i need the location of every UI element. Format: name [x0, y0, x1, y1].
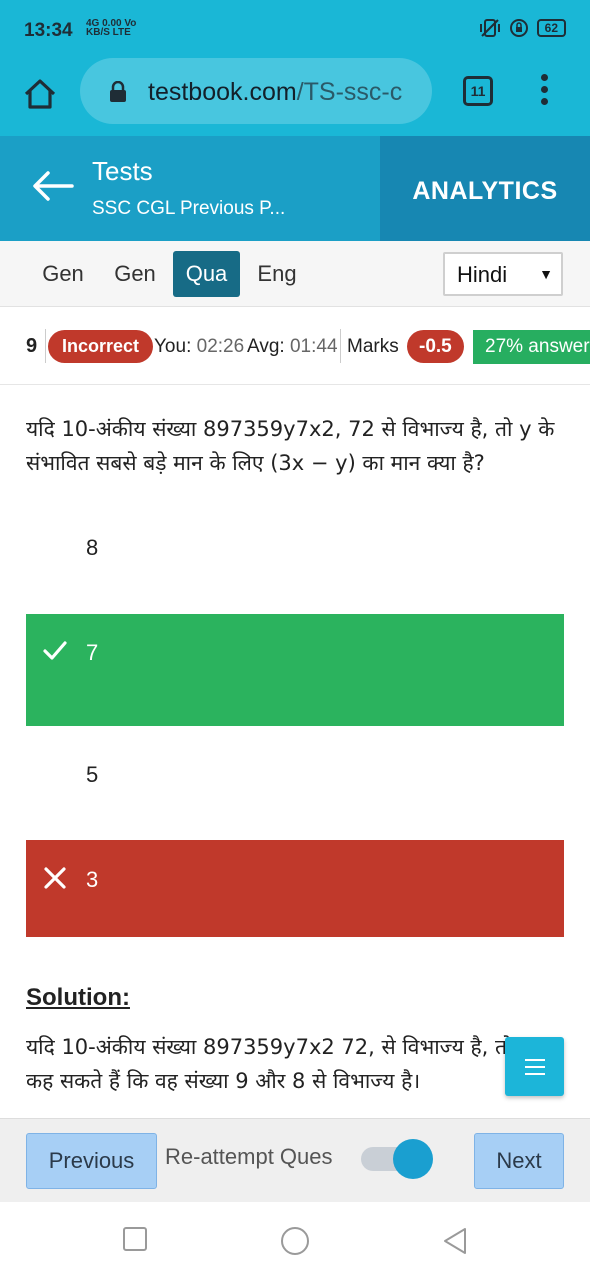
tab-section-3[interactable]: Qua [173, 251, 240, 297]
caret-down-icon: ▼ [539, 266, 553, 282]
app-header: Tests SSC CGL Previous P... ANALYTICS [0, 136, 590, 241]
more-options-icon[interactable] [534, 74, 554, 108]
bottom-action-bar: Previous Re-attempt Ques Next [0, 1118, 590, 1202]
answered-percent-badge: 27% answer [473, 330, 590, 364]
divider [45, 329, 46, 363]
lock-icon [110, 81, 126, 102]
network-line-2: KB/S LTE [86, 27, 131, 38]
solution-text: यदि 10-अंकीय संख्या 897359y7x2 72, से वि… [26, 1035, 543, 1093]
address-bar[interactable]: testbook.com/TS-ssc-c [80, 58, 432, 124]
url-domain: testbook.com [148, 78, 297, 106]
previous-button[interactable]: Previous [26, 1133, 157, 1189]
home-nav-icon[interactable] [280, 1226, 310, 1256]
cross-icon [44, 867, 66, 889]
divider [340, 329, 341, 363]
back-arrow-icon[interactable] [30, 168, 74, 204]
question-stats: 9 Incorrect You: 02:26 Avg: 01:44 Marks … [0, 307, 590, 385]
page-title: Tests [92, 156, 153, 186]
recents-icon[interactable] [122, 1226, 148, 1252]
tab-switcher-button[interactable]: 11 [463, 76, 493, 106]
status-badge: Incorrect [48, 330, 154, 363]
home-icon[interactable] [20, 74, 60, 114]
section-tabs: Gen Gen Qua Eng Hindi ▼ [0, 241, 590, 307]
question-menu-button[interactable] [505, 1037, 564, 1096]
network-indicator: 4G 0.00 Vo KB/S LTE [86, 19, 136, 38]
status-time: 13:34 [24, 20, 73, 41]
check-icon [43, 641, 67, 660]
average-time: Avg: 01:44 [247, 336, 338, 357]
toggle-knob[interactable] [393, 1139, 433, 1179]
solution-heading: Solution: [26, 984, 130, 1011]
option-label: 3 [86, 867, 99, 892]
status-icons: 62 [479, 18, 566, 38]
your-time: You: 02:26 [154, 336, 245, 357]
question-number: 9 [26, 335, 38, 357]
option-2[interactable]: 7 [26, 614, 564, 726]
option-1[interactable]: 8 [26, 515, 564, 585]
option-3[interactable]: 5 [26, 742, 564, 812]
marks-label: Marks [347, 336, 399, 357]
next-button[interactable]: Next [474, 1133, 564, 1189]
url-text: testbook.com/TS-ssc-c [148, 78, 402, 107]
vibrate-icon [479, 19, 500, 37]
marks-badge: -0.5 [407, 330, 464, 363]
analytics-button[interactable]: ANALYTICS [380, 136, 590, 241]
option-label: 8 [86, 535, 99, 560]
tab-section-4[interactable]: Eng [245, 251, 309, 297]
reattempt-label: Re-attempt Ques [165, 1144, 333, 1169]
option-4[interactable]: 3 [26, 840, 564, 937]
battery-icon: 62 [536, 19, 566, 37]
browser-toolbar: testbook.com/TS-ssc-c 11 [0, 56, 590, 136]
language-select[interactable]: Hindi ▼ [443, 252, 563, 296]
status-bar: 13:34 4G 0.00 Vo KB/S LTE 62 [0, 0, 590, 56]
page-subtitle: SSC CGL Previous P... [92, 198, 286, 219]
url-path: /TS-ssc-c [296, 78, 403, 106]
language-selected: Hindi [457, 262, 508, 287]
question-text: यदि 10-अंकीय संख्या 897359y7x2, 72 से वि… [26, 417, 555, 475]
back-nav-icon[interactable] [441, 1226, 469, 1256]
tab-section-2[interactable]: Gen [102, 251, 168, 297]
option-label: 7 [86, 640, 99, 665]
lock-rotation-icon [509, 19, 528, 37]
tab-section-1[interactable]: Gen [30, 251, 96, 297]
system-navigation-bar [0, 1202, 590, 1280]
option-label: 5 [86, 762, 99, 787]
